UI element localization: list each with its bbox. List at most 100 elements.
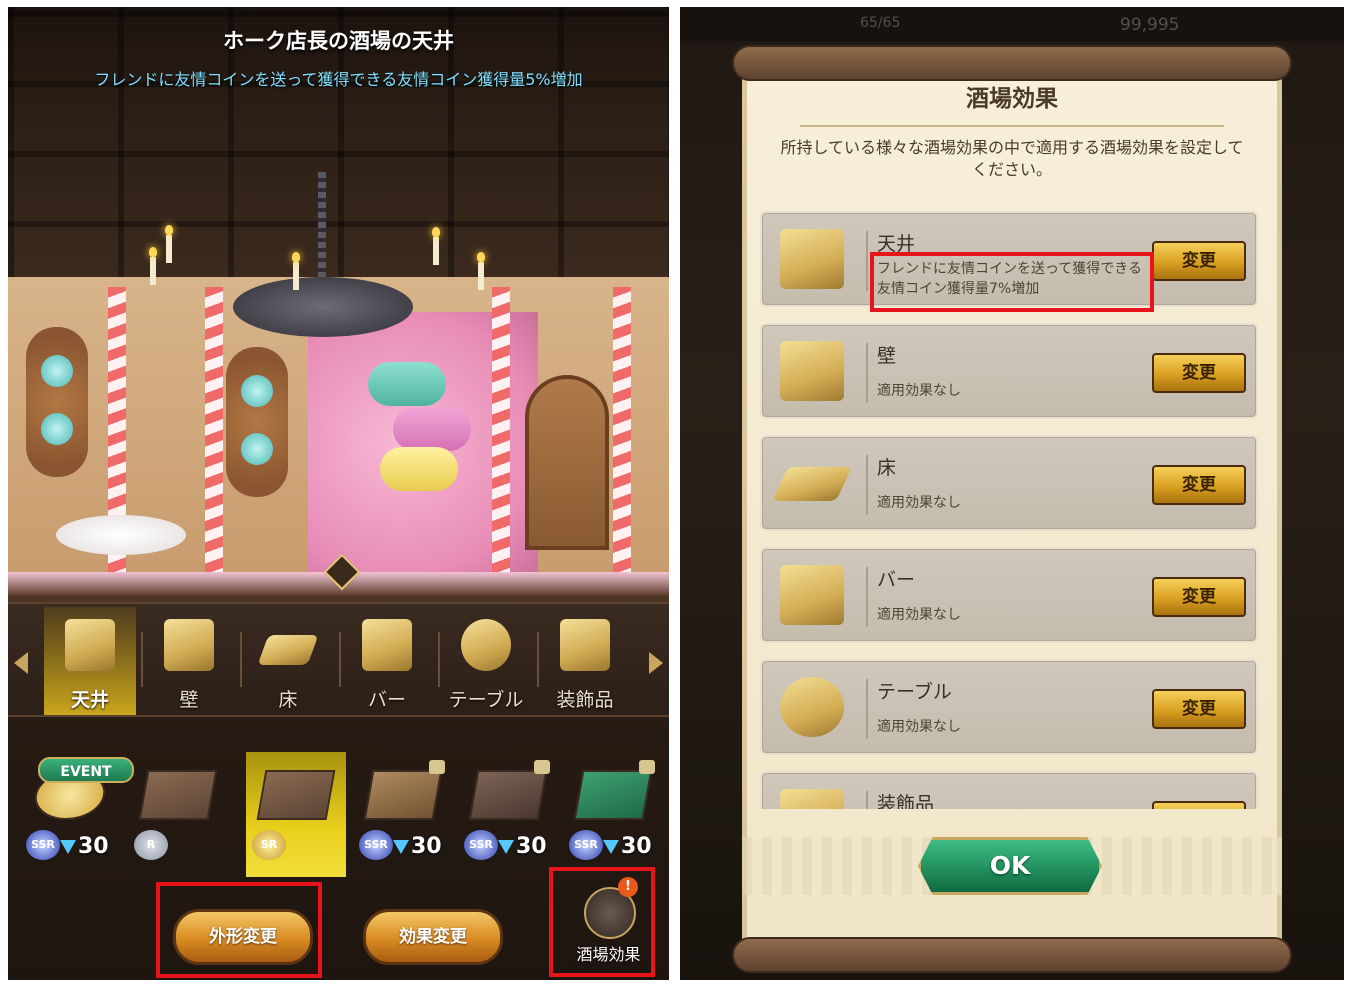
highlight-box-appearance — [156, 882, 322, 978]
candle — [165, 225, 173, 263]
highlight-box-ceiling-effect — [870, 252, 1154, 312]
category-next-arrow-icon[interactable] — [649, 652, 663, 674]
item-cost: 30 — [621, 834, 652, 859]
tavern-effect-screen: 65/65 99,995 酒場効果 所持している様々な酒場効果の中で適用する酒場… — [680, 7, 1344, 980]
table-icon — [461, 619, 511, 671]
item-image — [573, 770, 653, 820]
event-badge: EVENT — [38, 757, 134, 783]
item-card[interactable]: SSR 30 — [458, 752, 558, 877]
tab-floor[interactable]: 床 — [242, 607, 334, 715]
tavern-editor-screen: ホーク店長の酒場の天井 フレンドに友情コインを送って獲得できる友情コイン獲得量5… — [8, 7, 669, 980]
change-button[interactable]: 変更 — [1152, 241, 1246, 281]
effect-row-name: 床 — [877, 457, 897, 479]
floor-icon — [772, 467, 852, 501]
item-card[interactable]: R — [128, 752, 228, 877]
effect-row-name: バー — [877, 569, 916, 591]
dialog-description: 所持している様々な酒場効果の中で適用する酒場効果を設定してください。 — [780, 138, 1244, 179]
ok-button[interactable]: OK — [918, 837, 1102, 895]
gem-icon — [393, 840, 409, 854]
candle — [477, 252, 485, 290]
bar-icon — [780, 565, 844, 625]
item-card[interactable]: SSR 30 — [353, 752, 453, 877]
tab-label: バー — [367, 689, 406, 711]
change-button[interactable]: 変更 — [1152, 689, 1246, 729]
wall-icon — [780, 341, 844, 401]
table-icon — [780, 677, 844, 737]
change-button[interactable]: 変更 — [1152, 577, 1246, 617]
category-prev-arrow-icon[interactable] — [14, 652, 28, 674]
scroll-roll-bottom — [732, 937, 1292, 973]
rarity-badge: SSR — [359, 830, 393, 860]
tab-label: 装飾品 — [556, 689, 614, 711]
effect-row-effect: 適用効果なし — [877, 495, 961, 511]
chandelier — [233, 277, 413, 337]
divider — [866, 455, 868, 515]
item-card[interactable]: SSR 30 — [563, 752, 663, 877]
effect-row-name: テーブル — [877, 681, 952, 703]
effect-row-table: テーブル 適用効果なし 変更 — [760, 659, 1258, 755]
candle — [292, 252, 300, 290]
tab-label: テーブル — [448, 689, 524, 711]
gem-icon — [498, 840, 514, 854]
effect-row-decoration: 装飾品 変更 — [760, 771, 1258, 809]
effect-row-name: 壁 — [877, 345, 897, 367]
macaron-yellow — [380, 447, 458, 491]
tab-bar[interactable]: バー — [341, 607, 433, 715]
change-button[interactable]: 変更 — [1152, 465, 1246, 505]
rarity-badge: SSR — [569, 830, 603, 860]
dialog-title: 酒場効果 — [966, 86, 1058, 112]
divider — [866, 679, 868, 739]
tavern-door — [525, 375, 609, 550]
macaron-teal — [368, 362, 446, 406]
effect-row-effect: 適用効果なし — [877, 607, 961, 623]
title-divider — [800, 125, 1224, 127]
item-card-selected[interactable]: SR — [246, 752, 346, 877]
rarity-badge: SSR — [464, 830, 498, 860]
highlight-box-tavern-effect — [549, 867, 655, 977]
tab-ceiling[interactable]: 天井 — [44, 607, 136, 715]
decoration-icon — [560, 619, 610, 671]
page-title: ホーク店長の酒場の天井 — [223, 29, 454, 53]
divider — [866, 231, 868, 291]
rarity-badge: SSR — [26, 830, 60, 860]
change-button[interactable]: 変更 — [1152, 801, 1246, 809]
rarity-badge: R — [134, 830, 168, 860]
cookie-window-left — [26, 327, 88, 477]
lock-icon — [429, 760, 445, 774]
lock-icon — [639, 760, 655, 774]
item-image — [138, 770, 218, 820]
candy-pillar — [613, 287, 631, 577]
tab-label: 天井 — [70, 689, 109, 711]
wall-icon — [164, 619, 214, 671]
ceiling-icon — [65, 619, 115, 671]
divider — [866, 791, 868, 809]
effect-row-wall: 壁 適用効果なし 変更 — [760, 323, 1258, 419]
effect-description: フレンドに友情コインを送って獲得できる友情コイン獲得量5%増加 — [94, 70, 583, 89]
change-effect-button[interactable]: 効果変更 — [363, 909, 503, 965]
tab-table[interactable]: テーブル — [440, 607, 532, 715]
comparison-screenshot: ホーク店長の酒場の天井 フレンドに友情コインを送って獲得できる友情コイン獲得量5… — [0, 0, 1352, 988]
item-cost: 30 — [78, 834, 109, 859]
divider — [866, 567, 868, 627]
effect-row-name: 装飾品 — [877, 793, 935, 809]
decoration-icon — [780, 789, 844, 809]
candle — [432, 227, 440, 265]
item-cost: 30 — [411, 834, 442, 859]
candy-pillar — [205, 287, 223, 577]
tab-wall[interactable]: 壁 — [143, 607, 235, 715]
rarity-badge: SR — [252, 830, 286, 860]
gem-icon — [603, 840, 619, 854]
cake-table — [56, 515, 186, 555]
divider — [866, 343, 868, 403]
effect-row-effect: 適用効果なし — [877, 383, 961, 399]
change-button[interactable]: 変更 — [1152, 353, 1246, 393]
gem-icon — [60, 840, 76, 854]
item-image — [363, 770, 443, 820]
chandelier-chain — [318, 172, 326, 282]
effect-row-effect: 適用効果なし — [877, 719, 961, 735]
lock-icon — [534, 760, 550, 774]
tab-decoration[interactable]: 装飾品 — [539, 607, 631, 715]
item-image — [468, 770, 548, 820]
cookie-window-center — [226, 347, 288, 497]
ceiling-icon — [780, 229, 844, 289]
